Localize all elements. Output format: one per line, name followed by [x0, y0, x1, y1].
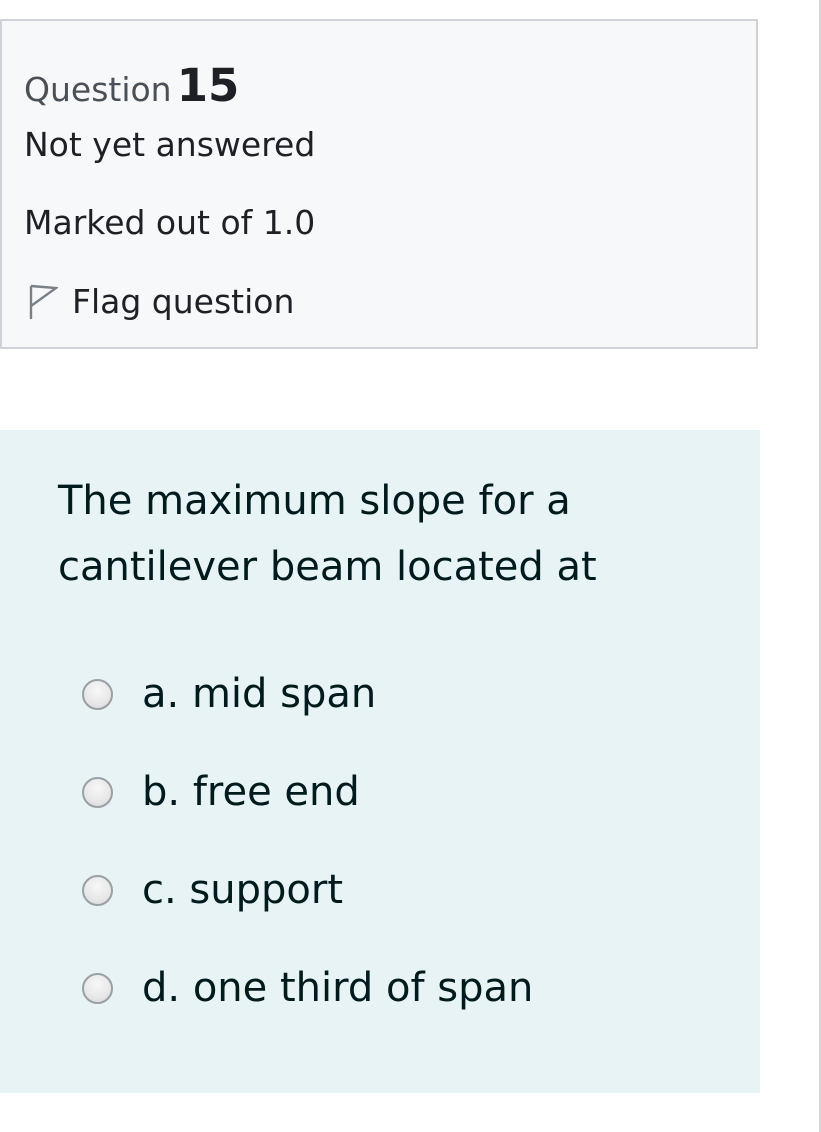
- question-word: Question: [24, 70, 172, 109]
- radio-button-a[interactable]: [82, 678, 113, 710]
- question-info-panel: Question 15 Not yet answered Marked out …: [0, 19, 758, 349]
- radio-button-d[interactable]: [82, 972, 113, 1004]
- answer-label-a: a. mid span: [142, 671, 377, 717]
- radio-button-c[interactable]: [82, 874, 113, 906]
- question-heading: Question 15: [24, 59, 239, 112]
- flag-question-link[interactable]: Flag question: [24, 279, 294, 323]
- question-text: The maximum slope for a cantilever beam …: [58, 478, 597, 590]
- answer-label-b: b. free end: [142, 769, 360, 815]
- question-content-panel: The maximum slope for a cantilever beam …: [0, 430, 760, 1093]
- radio-button-b[interactable]: [82, 776, 113, 808]
- answer-label-c: c. support: [142, 867, 343, 913]
- answer-option-b[interactable]: b. free end: [82, 764, 360, 820]
- flag-question-label: Flag question: [72, 281, 295, 321]
- question-state: Not yet answered: [24, 125, 316, 164]
- question-number: 15: [176, 59, 240, 112]
- question-grade: Marked out of 1.0: [24, 203, 316, 242]
- answer-option-a[interactable]: a. mid span: [82, 666, 376, 722]
- answer-option-c[interactable]: c. support: [82, 862, 343, 918]
- answer-label-d: d. one third of span: [142, 965, 534, 1011]
- answer-option-d[interactable]: d. one third of span: [82, 960, 533, 1016]
- flag-outline-icon: [29, 284, 58, 319]
